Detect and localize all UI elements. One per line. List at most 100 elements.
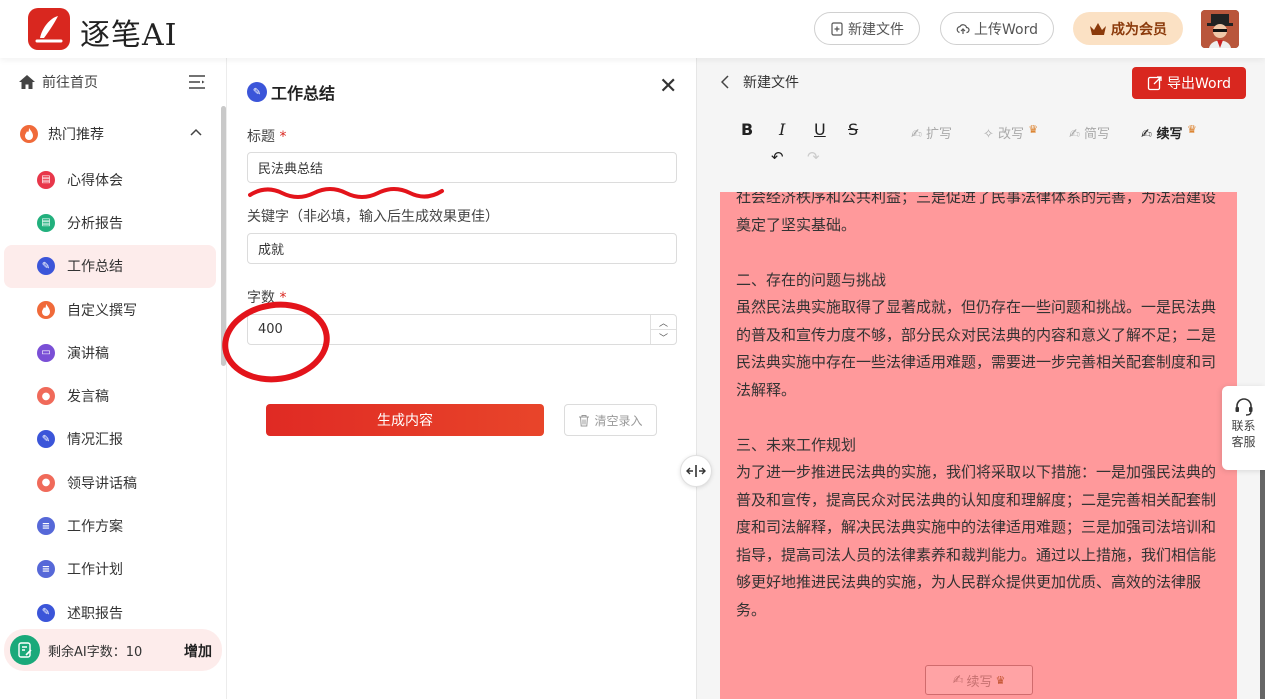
sidebar-item-experience[interactable]: ▤ 心得体会	[0, 158, 220, 201]
stepper-controls: ︿ ﹀	[650, 315, 676, 344]
new-file-button[interactable]: 新建文件	[814, 12, 920, 45]
sidebar-item-leader-speech[interactable]: ● 领导讲话稿	[0, 461, 220, 504]
undo-icon[interactable]: ↶	[771, 148, 784, 166]
sidebar-item-analysis-report[interactable]: ▤ 分析报告	[0, 201, 220, 244]
continue-icon: ✍	[952, 672, 964, 688]
title-label-text: 标题	[247, 129, 275, 145]
logo-text[interactable]: 逐笔AI	[80, 10, 178, 54]
strikethrough-button[interactable]: S	[848, 120, 858, 139]
sidebar-item-statement[interactable]: ● 发言稿	[0, 374, 220, 417]
trash-icon	[579, 414, 590, 426]
flame-icon	[37, 300, 55, 319]
simplify-icon: ✍	[1069, 127, 1080, 142]
crown-icon: ♛	[1028, 123, 1039, 136]
hot-recommend-section[interactable]: 热门推荐	[0, 114, 220, 154]
panel-resize-handle[interactable]	[680, 455, 712, 487]
editor-back[interactable]: 新建文件	[721, 72, 799, 92]
service-label-1: 联系	[1231, 419, 1256, 433]
paragraph: 虽然民法典实施取得了显著成就，但仍存在一些问题和挑战。一是民法典的普及和宣传力度…	[736, 298, 1217, 399]
generate-button[interactable]: 生成内容	[266, 404, 544, 436]
italic-button[interactable]: I	[779, 120, 785, 139]
sidebar-item-label: 自定义撰写	[67, 302, 137, 319]
crown-icon: ♛	[995, 673, 1006, 687]
export-word-button[interactable]: 导出Word	[1132, 67, 1246, 99]
clear-input-button[interactable]: 清空录入	[564, 404, 657, 436]
expand-icon: ✍	[911, 127, 922, 142]
title-input[interactable]: 民法典总结	[247, 152, 677, 183]
underline-button[interactable]: U	[814, 120, 826, 139]
top-header: 逐笔AI 新建文件 上传Word 成为会员	[0, 0, 1265, 58]
document-content-area[interactable]: 社会经济秩序和公共利益；三是促进了民事法律体系的完善，为法治建设奠定了坚实基础。…	[720, 192, 1237, 699]
paragraph: 为了进一步推进民法典的实施，我们将采取以下措施：一是加强民法典的普及和宣传，提高…	[736, 463, 1217, 619]
plan-icon: ≡	[37, 560, 55, 579]
sidebar-scrollbar[interactable]	[221, 106, 226, 366]
new-file-icon	[831, 21, 843, 36]
pen-doc-icon: ✎	[37, 430, 55, 449]
keywords-input-value: 成就	[258, 243, 285, 258]
export-word-label: 导出Word	[1167, 76, 1231, 92]
sidebar-item-custom-writing[interactable]: 自定义撰写	[0, 288, 220, 331]
sidebar-item-label: 领导讲话稿	[67, 475, 137, 492]
rewrite-label: 改写	[998, 127, 1025, 142]
section-heading: 二、存在的问题与挑战	[736, 270, 887, 289]
sidebar-item-duty-report[interactable]: ✎ 述职报告	[0, 591, 220, 634]
sidebar-item-work-schedule[interactable]: ≡ 工作计划	[0, 548, 220, 591]
sidebar-item-label: 演讲稿	[67, 345, 109, 362]
upload-word-button[interactable]: 上传Word	[940, 12, 1054, 45]
notebook-icon: ▤	[37, 170, 55, 189]
remaining-words-bar: 剩余AI字数：10 增加	[4, 629, 222, 671]
continue-bottom-label: 续写	[966, 674, 993, 690]
sidebar-item-label: 工作方案	[67, 519, 123, 536]
redo-icon[interactable]: ↷	[807, 148, 820, 166]
crown-icon	[1090, 22, 1106, 35]
continue-icon: ✍	[1141, 127, 1152, 142]
stepper-up-icon[interactable]: ︿	[651, 315, 676, 330]
resize-arrows-icon	[686, 465, 706, 477]
editor-doc-title: 新建文件	[743, 75, 799, 91]
pen-doc-icon: ✎	[247, 82, 267, 102]
sidebar-item-work-summary[interactable]: ✎ 工作总结	[4, 244, 216, 288]
title-label: 标题 *	[247, 126, 286, 146]
upload-word-label: 上传Word	[974, 21, 1038, 38]
paragraph: 社会经济秩序和公共利益；三是促进了民事法律体系的完善，为法治建设奠定了坚实基础。	[736, 192, 1217, 234]
section-heading: 三、未来工作规划	[736, 435, 857, 454]
left-sidebar: 前往首页 热门推荐 ▤ 心得体会 ▤ 分析报告 ✎ 工作总结 自定义撰写 ▭ 演…	[0, 58, 227, 699]
add-words-button[interactable]: 增加	[184, 641, 212, 661]
become-member-button[interactable]: 成为会员	[1073, 12, 1183, 45]
rewrite-button[interactable]: ✧ 改写 ♛	[983, 123, 1038, 142]
continue-writing-button[interactable]: ✍ 续写 ♛	[1141, 123, 1197, 142]
document-edit-icon	[10, 635, 40, 665]
export-icon	[1147, 76, 1162, 91]
home-link[interactable]: 前往首页	[18, 72, 98, 92]
bold-button[interactable]: B	[741, 120, 753, 139]
form-title-text: 工作总结	[271, 84, 336, 103]
become-member-label: 成为会员	[1111, 21, 1167, 38]
expand-button[interactable]: ✍ 扩写	[911, 123, 952, 142]
close-icon[interactable]: ✕	[659, 76, 677, 98]
form-title: ✎ 工作总结	[247, 80, 335, 104]
continue-writing-bottom-button[interactable]: ✍ 续写 ♛	[925, 665, 1033, 695]
sidebar-item-label: 工作总结	[67, 259, 123, 276]
service-label-2: 客服	[1231, 435, 1256, 449]
simplify-button[interactable]: ✍ 简写	[1069, 123, 1110, 142]
collapse-menu-icon[interactable]	[188, 74, 206, 94]
customer-service-button[interactable]: 联系 客服	[1222, 386, 1265, 470]
expand-label: 扩写	[926, 127, 953, 142]
sidebar-item-label: 发言稿	[67, 389, 109, 406]
speaker-icon: ●	[37, 473, 55, 492]
cloud-upload-icon	[956, 23, 970, 34]
keywords-input[interactable]: 成就	[247, 233, 677, 264]
plan-icon: ≡	[37, 517, 55, 536]
chevron-left-icon	[721, 75, 729, 89]
simplify-label: 简写	[1084, 127, 1111, 142]
keywords-label: 关键字（非必填，输入后生成效果更佳）	[247, 209, 499, 225]
avatar[interactable]	[1201, 10, 1239, 48]
sidebar-item-label: 工作计划	[67, 562, 123, 579]
sidebar-item-situation-report[interactable]: ✎ 情况汇报	[0, 418, 220, 461]
required-mark: *	[279, 129, 287, 145]
sidebar-item-speech[interactable]: ▭ 演讲稿	[0, 331, 220, 374]
stepper-down-icon[interactable]: ﹀	[651, 330, 676, 344]
logo-icon[interactable]	[28, 8, 70, 50]
sidebar-item-work-plan[interactable]: ≡ 工作方案	[0, 504, 220, 547]
